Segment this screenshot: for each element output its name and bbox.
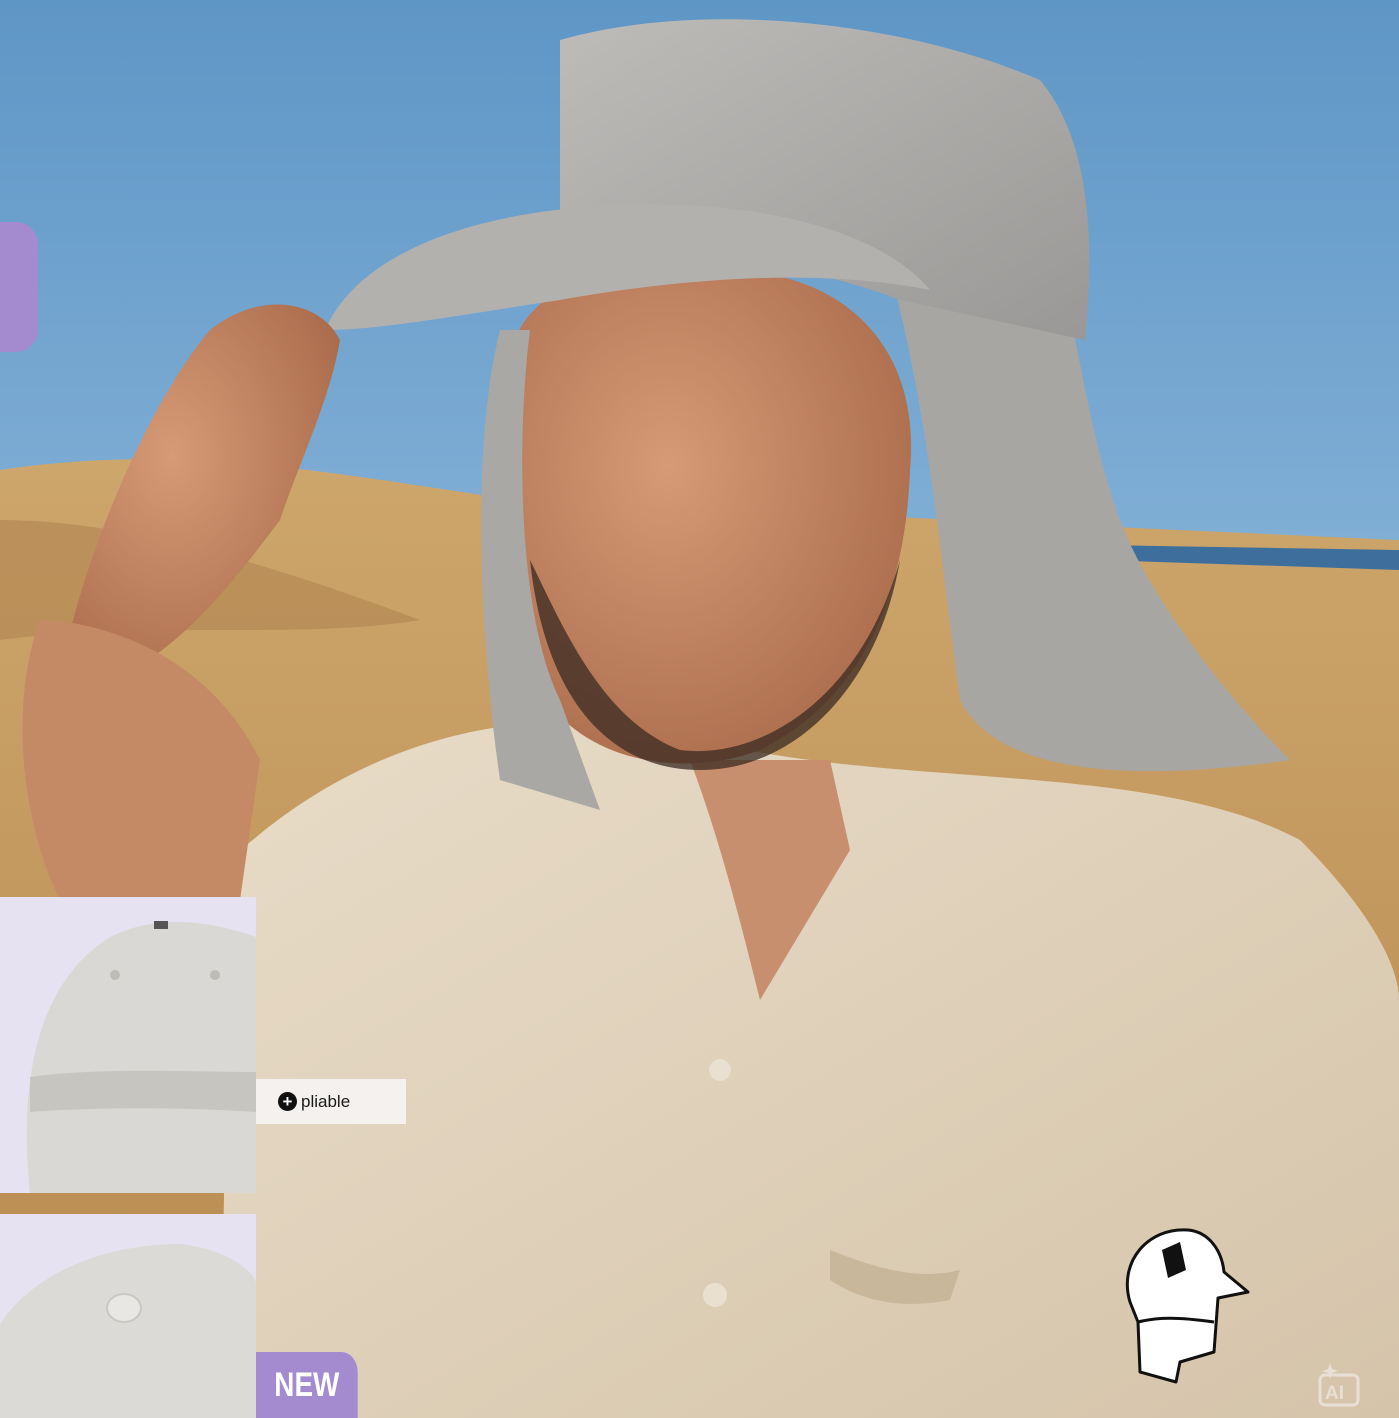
thumbnail-cap-back[interactable] [0,897,256,1193]
plus-circle-icon: + [278,1092,297,1111]
thumbnail-cap-top[interactable] [0,1214,256,1418]
svg-text:AI: AI [1325,1383,1344,1404]
cap-back-photo [26,921,256,1193]
cap-top-photo [0,1244,256,1418]
new-badge: NEW [256,1352,358,1418]
cap-with-neck-flap-icon [1125,1228,1250,1384]
product-image: + pliable NEW AI [0,0,1399,1418]
feature-label-text: pliable [301,1091,351,1111]
hero-photo [0,0,1399,1418]
feature-label: + pliable [256,1079,406,1124]
side-tab[interactable] [0,222,38,352]
ai-sparkle-icon[interactable]: AI [1312,1361,1364,1409]
